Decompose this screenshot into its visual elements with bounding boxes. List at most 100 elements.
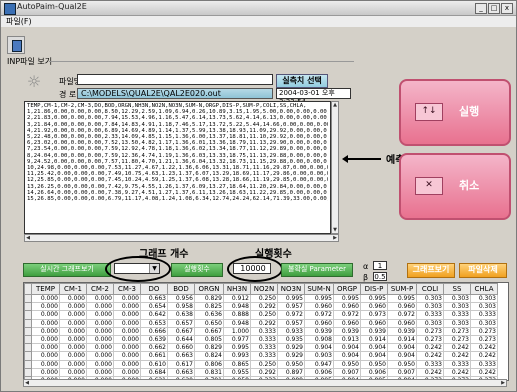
table-cell[interactable]: 0.684: [140, 367, 168, 377]
column-header[interactable]: BOD: [167, 283, 195, 295]
table-cell[interactable]: 0.933: [277, 326, 305, 336]
table-cell[interactable]: 0.904: [333, 343, 361, 353]
table-cell[interactable]: 0.960: [333, 318, 361, 328]
table-cell[interactable]: 0.000: [59, 359, 87, 369]
scroll-down-icon[interactable]: ▼: [332, 227, 338, 233]
table-cell[interactable]: 0.805: [194, 334, 224, 345]
column-header[interactable]: DO: [140, 283, 168, 295]
table-cell[interactable]: 0.972: [304, 310, 334, 320]
table-cell[interactable]: 0.667: [194, 326, 224, 336]
table-cell[interactable]: 0.644: [167, 334, 195, 345]
table-cell[interactable]: 0.935: [277, 334, 305, 345]
table-cell[interactable]: 0.939: [304, 326, 334, 336]
grid-horizontal-scrollbar[interactable]: ◀ ▶: [23, 379, 507, 387]
table-cell[interactable]: 0.000: [113, 367, 141, 377]
table-cell[interactable]: 0.303: [443, 318, 471, 328]
table-cell[interactable]: 0.000: [86, 326, 114, 336]
table-cell[interactable]: 0.617: [167, 359, 195, 369]
table-cell[interactable]: 0.303: [470, 318, 498, 328]
row-header[interactable]: [24, 359, 32, 369]
table-cell[interactable]: 0.000: [86, 310, 114, 320]
table-cell[interactable]: 0.950: [360, 359, 388, 369]
table-cell[interactable]: 0.829: [194, 293, 224, 304]
run-count-button[interactable]: 실행횟수: [171, 263, 223, 277]
table-cell[interactable]: 0.904: [360, 351, 388, 361]
table-cell[interactable]: 0.972: [387, 310, 417, 320]
table-cell[interactable]: 0.636: [194, 310, 224, 320]
table-cell[interactable]: 0.912: [223, 293, 251, 304]
table-cell[interactable]: 0.904: [304, 343, 334, 353]
table-cell[interactable]: 0.000: [86, 318, 114, 328]
table-cell[interactable]: 0.273: [470, 326, 498, 336]
table-cell[interactable]: 0.000: [31, 367, 60, 377]
graph-view-button[interactable]: 그래프보기: [407, 263, 455, 278]
table-cell[interactable]: 0.242: [470, 351, 498, 361]
select-measured-button[interactable]: 실측치 선택: [276, 74, 328, 88]
table-cell[interactable]: 0.960: [304, 302, 334, 312]
table-cell[interactable]: 0.000: [59, 310, 87, 320]
table-cell[interactable]: 0.824: [194, 351, 224, 361]
row-header[interactable]: [24, 293, 32, 304]
row-header[interactable]: [24, 326, 32, 336]
table-cell[interactable]: 0.000: [31, 318, 60, 328]
table-cell[interactable]: 0.639: [140, 334, 168, 345]
table-cell[interactable]: 0.000: [113, 351, 141, 361]
table-cell[interactable]: 0.000: [86, 334, 114, 345]
table-cell[interactable]: 0.333: [250, 334, 278, 345]
table-cell[interactable]: 0.995: [387, 293, 417, 304]
table-cell[interactable]: 0.907: [333, 367, 361, 377]
table-cell[interactable]: 0.333: [443, 310, 471, 320]
table-cell[interactable]: 0.242: [443, 351, 471, 361]
table-cell[interactable]: 0.000: [31, 293, 60, 304]
table-cell[interactable]: 0.972: [333, 310, 361, 320]
table-cell[interactable]: 0.000: [59, 343, 87, 353]
table-cell[interactable]: 0.825: [194, 302, 224, 312]
table-cell[interactable]: 0.333: [416, 310, 444, 320]
table-cell[interactable]: 0.907: [387, 367, 417, 377]
table-cell[interactable]: 0.000: [113, 343, 141, 353]
table-cell[interactable]: 0.653: [140, 318, 168, 328]
table-cell[interactable]: 1.000: [223, 326, 251, 336]
table-cell[interactable]: 0.960: [360, 318, 388, 328]
table-cell[interactable]: 0.333: [250, 351, 278, 361]
table-cell[interactable]: 0.960: [333, 302, 361, 312]
column-header[interactable]: NH3N: [223, 283, 251, 295]
run-button[interactable]: ↑↓ 실행: [399, 79, 511, 146]
table-cell[interactable]: 0.657: [167, 318, 195, 328]
table-cell[interactable]: 0.000: [31, 351, 60, 361]
table-cell[interactable]: 0.273: [416, 334, 444, 345]
table-cell[interactable]: 0.000: [59, 334, 87, 345]
table-cell[interactable]: 0.904: [387, 351, 417, 361]
table-cell[interactable]: 0.000: [86, 359, 114, 369]
table-cell[interactable]: 0.333: [250, 326, 278, 336]
table-cell[interactable]: 0.957: [277, 302, 305, 312]
table-cell[interactable]: 0.960: [360, 302, 388, 312]
table-cell[interactable]: 0.292: [250, 318, 278, 328]
table-row[interactable]: 0.000 0.000 0.000 0.000 0.639 0.644 0.805 0.977…: [24, 334, 498, 345]
table-cell[interactable]: 0.242: [443, 367, 471, 377]
table-cell[interactable]: 0.000: [59, 351, 87, 361]
table-cell[interactable]: 0.000: [113, 302, 141, 312]
close-button[interactable]: x: [501, 3, 513, 14]
table-cell[interactable]: 0.273: [470, 334, 498, 345]
table-cell[interactable]: 0.000: [59, 367, 87, 377]
table-cell[interactable]: 0.242: [470, 367, 498, 377]
column-header[interactable]: DIS-P: [360, 283, 388, 295]
table-cell[interactable]: 0.642: [140, 310, 168, 320]
table-cell[interactable]: 0.000: [31, 334, 60, 345]
table-cell[interactable]: 0.333: [470, 359, 498, 369]
table-cell[interactable]: 0.000: [31, 302, 60, 312]
table-cell[interactable]: 0.303: [416, 302, 444, 312]
grid-scroll-right-icon[interactable]: ▶: [500, 380, 506, 386]
table-cell[interactable]: 0.929: [277, 351, 305, 361]
table-cell[interactable]: 0.973: [360, 310, 388, 320]
row-header[interactable]: [24, 302, 32, 312]
column-header[interactable]: NO3N: [277, 283, 305, 295]
scroll-right-icon[interactable]: ▶: [332, 235, 338, 241]
table-cell[interactable]: 0.939: [333, 326, 361, 336]
table-cell[interactable]: 0.000: [59, 293, 87, 304]
table-cell[interactable]: 0.000: [113, 293, 141, 304]
row-header[interactable]: [24, 351, 32, 361]
table-cell[interactable]: 0.995: [333, 293, 361, 304]
table-cell[interactable]: 0.914: [387, 334, 417, 345]
